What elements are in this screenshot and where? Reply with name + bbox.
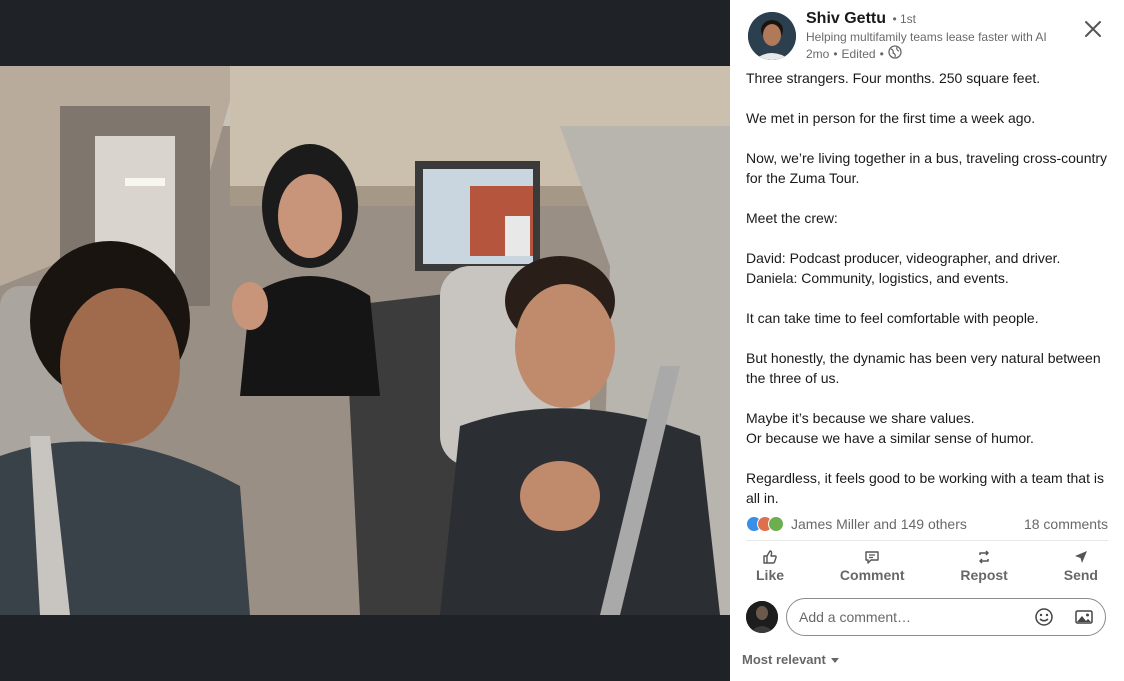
edited-label: Edited bbox=[841, 46, 876, 61]
post-paragraph: Three strangers. Four months. 250 square… bbox=[746, 70, 1041, 86]
comment-label: Comment bbox=[839, 567, 905, 583]
current-user-avatar bbox=[746, 601, 778, 633]
post-line: Daniela: Community, logistics, and event… bbox=[746, 270, 1009, 286]
post-paragraph: Regardless, it feels good to be working … bbox=[746, 470, 1104, 506]
post-line: Maybe it’s because we share values. bbox=[746, 410, 975, 426]
meta-separator: • bbox=[833, 46, 838, 61]
post-paragraph: We met in person for the first time a we… bbox=[746, 110, 1036, 126]
social-counts: James Miller and 149 others 18 comments bbox=[746, 514, 1108, 534]
image-viewer bbox=[0, 0, 730, 681]
emoji-icon bbox=[1035, 608, 1053, 626]
image-button[interactable] bbox=[1073, 606, 1095, 628]
image-icon bbox=[1075, 610, 1093, 624]
repost-icon bbox=[979, 550, 989, 564]
post-photo[interactable] bbox=[0, 66, 730, 615]
current-user-avatar-image bbox=[746, 601, 778, 633]
divider bbox=[746, 540, 1108, 541]
reactions-count[interactable]: James Miller and 149 others bbox=[791, 516, 967, 532]
globe-icon bbox=[888, 45, 902, 62]
celebrate-reaction-icon bbox=[768, 516, 784, 532]
author-avatar[interactable] bbox=[748, 12, 796, 60]
post-time: 2mo bbox=[806, 46, 830, 61]
like-button[interactable]: Like bbox=[746, 544, 794, 588]
reaction-icons[interactable] bbox=[746, 516, 784, 532]
comment-icon bbox=[865, 551, 879, 564]
close-button[interactable] bbox=[1080, 16, 1106, 42]
post-paragraph: David: Podcast producer, videographer, a… bbox=[746, 248, 1108, 288]
sort-label: Most relevant bbox=[742, 652, 826, 667]
author-name-row[interactable]: Shiv Gettu • 1st bbox=[806, 10, 916, 28]
author-avatar-image bbox=[748, 12, 796, 60]
post-detail-panel: Shiv Gettu • 1st Helping multifamily tea… bbox=[730, 0, 1124, 681]
post-meta: 2mo • Edited • bbox=[806, 45, 902, 62]
meta-separator: • bbox=[879, 46, 884, 61]
author-name[interactable]: Shiv Gettu bbox=[806, 10, 886, 27]
comments-count[interactable]: 18 comments bbox=[1024, 516, 1108, 532]
repost-label: Repost bbox=[960, 567, 1008, 583]
action-bar: Like Comment Repost Send bbox=[746, 544, 1108, 588]
post-line: David: Podcast producer, videographer, a… bbox=[746, 250, 1061, 266]
post-text: Three strangers. Four months. 250 square… bbox=[746, 68, 1108, 508]
post-paragraph: But honestly, the dynamic has been very … bbox=[746, 350, 1101, 386]
post-paragraph: Now, we’re living together in a bus, tra… bbox=[746, 150, 1108, 186]
repost-button[interactable]: Repost bbox=[950, 544, 1017, 588]
author-headline: Helping multifamily teams lease faster w… bbox=[806, 30, 1047, 44]
comment-box bbox=[786, 598, 1106, 636]
like-label: Like bbox=[756, 567, 785, 583]
thumbs-up-icon bbox=[763, 550, 777, 564]
sort-dropdown[interactable]: Most relevant bbox=[742, 652, 840, 667]
send-label: Send bbox=[1063, 567, 1098, 583]
photo-illustration bbox=[0, 66, 730, 615]
send-button[interactable]: Send bbox=[1054, 544, 1108, 588]
close-icon bbox=[1085, 21, 1101, 37]
comment-input[interactable] bbox=[797, 608, 1015, 626]
connection-degree: • 1st bbox=[892, 12, 917, 26]
post-paragraph: Meet the crew: bbox=[746, 210, 838, 226]
post-line: Or because we have a similar sense of hu… bbox=[746, 430, 1034, 446]
post-paragraph: Maybe it’s because we share values. Or b… bbox=[746, 408, 1108, 448]
send-icon bbox=[1074, 551, 1087, 563]
emoji-button[interactable] bbox=[1033, 606, 1055, 628]
comment-button[interactable]: Comment bbox=[830, 544, 915, 588]
post-paragraph: It can take time to feel comfortable wit… bbox=[746, 310, 1039, 326]
caret-down-icon bbox=[830, 657, 839, 663]
